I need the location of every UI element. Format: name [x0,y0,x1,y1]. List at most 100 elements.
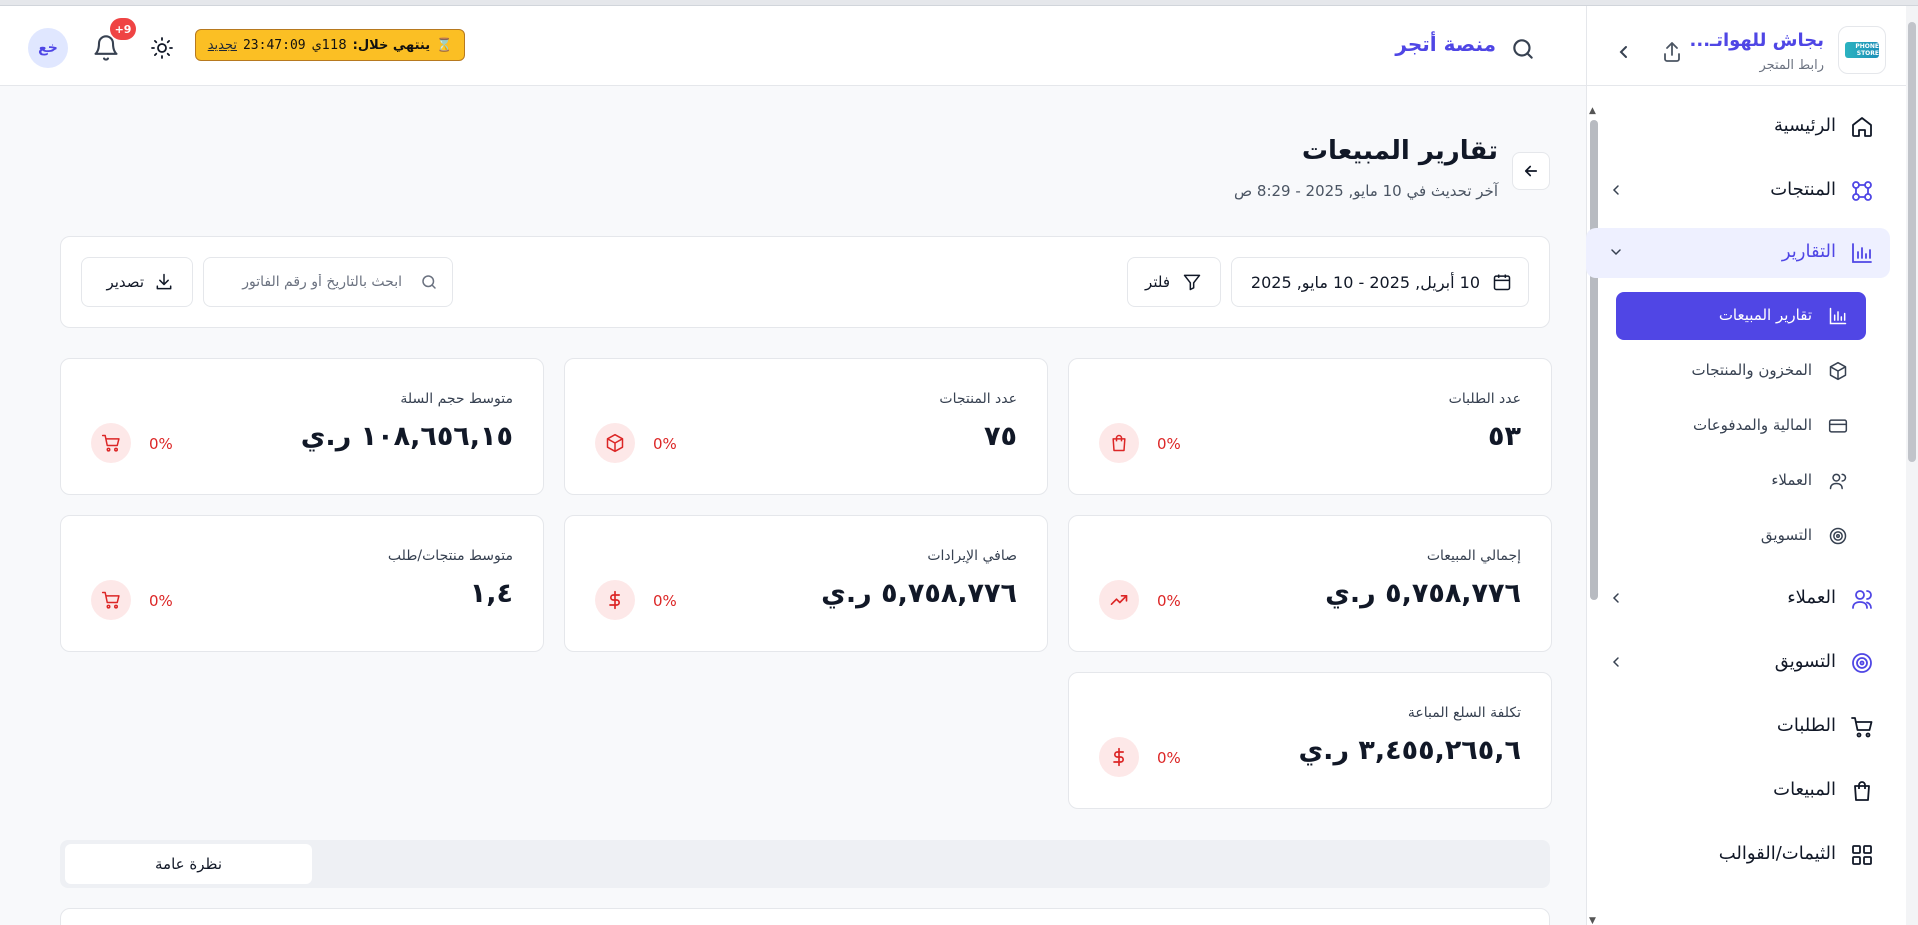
download-icon [154,272,174,292]
filter-icon [1182,272,1202,292]
stat-change: 0% [653,592,677,610]
hourglass-icon: ⌛ [436,37,453,53]
users-icon [1850,587,1874,611]
target-icon [1828,526,1848,546]
stat-title: عدد المنتجات [939,391,1017,407]
grid-icon [1850,843,1874,867]
search-icon[interactable] [1510,36,1536,62]
stat-title: تكلفة السلع المباعة [1407,705,1521,721]
sidebar-item-sales[interactable]: المبيعات [1586,766,1890,816]
renew-link[interactable]: تجديد [208,38,237,53]
export-label: تصدير [106,273,144,291]
dollar-icon [595,580,635,620]
sidebar-sub-label: المخزون والمنتجات [1691,361,1812,379]
sidebar-item-products[interactable]: المنتجات [1586,166,1890,216]
stat-title: صافي الإيرادات [927,548,1017,564]
stat-title: متوسط حجم السلة [400,391,513,407]
invoice-search-input[interactable] [216,268,402,296]
brand-logo-text[interactable]: منصة أتجر [1395,32,1496,56]
report-tabs: نظرة عامة [60,840,1550,888]
stat-card-avg-items-per-order: متوسط منتجات/طلب ١,٤ 0% [60,515,544,652]
stat-change: 0% [1157,749,1181,767]
stat-card-products-count: عدد المنتجات ٧٥ 0% [564,358,1048,495]
date-range-label: 10 أبريل, 2025 - 10 مايو, 2025 [1250,273,1480,292]
trial-prefix: ينتهي خلال: [352,37,431,53]
date-range-picker[interactable]: 10 أبريل, 2025 - 10 مايو, 2025 [1231,257,1529,307]
filter-label: فلتر [1145,273,1170,291]
sidebar-item-marketing[interactable]: التسويق [1586,638,1890,688]
user-icon [1828,471,1848,491]
sidebar-sub-marketing[interactable]: التسويق [1616,512,1866,560]
filter-button[interactable]: فلتر [1127,257,1221,307]
sidebar-item-label: المنتجات [1770,179,1836,200]
cart-icon [1850,715,1874,739]
sidebar-sub-label: المالية والمدفوعات [1693,416,1812,434]
sidebar: ▲ ▼ PHONE STORE بجاش للهواتـ... رابط الم… [1586,6,1906,925]
chevron-left-icon [1608,182,1624,198]
last-updated-text: آخر تحديث في 10 مايو, 2025 - 8:29 ص [1234,182,1498,200]
stat-title: متوسط منتجات/طلب [387,548,513,564]
window-scrollbar[interactable] [1906,6,1918,925]
export-button[interactable]: تصدير [81,257,193,307]
sidebar-item-label: الرئيسية [1774,115,1836,136]
invoice-search-box[interactable] [203,257,453,307]
user-avatar[interactable]: خع [28,28,68,68]
collapse-sidebar-chevron-icon[interactable] [1612,40,1636,64]
sidebar-item-label: التسويق [1774,651,1836,672]
theme-toggle-sun-icon[interactable] [150,36,174,60]
calendar-icon [1492,272,1512,292]
sidebar-item-orders[interactable]: الطلبات [1586,702,1890,752]
stat-card-total-sales: إجمالي المبيعات ٥,٧٥٨,٧٧٦ ر.ي 0% [1068,515,1552,652]
sidebar-item-reports[interactable]: التقارير [1586,228,1890,278]
share-icon[interactable] [1660,40,1684,64]
back-button[interactable] [1512,152,1550,190]
sidebar-item-label: الطلبات [1776,715,1836,736]
store-link[interactable]: رابط المتجر [1759,58,1824,73]
window-scroll-thumb[interactable] [1908,22,1916,462]
products-icon [1850,179,1874,203]
sidebar-sub-customers[interactable]: العملاء [1616,457,1866,505]
trial-days: 118ي [311,37,347,53]
scroll-down-icon[interactable]: ▼ [1589,916,1596,925]
sidebar-sub-label: تقارير المبيعات [1718,306,1812,324]
chart-icon [1850,241,1874,265]
overview-panel [60,908,1550,925]
chevron-left-icon [1608,654,1624,670]
sidebar-item-label: المبيعات [1773,779,1836,800]
stat-change: 0% [149,435,173,453]
stat-value: ٥,٧٥٨,٧٧٦ ر.ي [1325,578,1521,609]
stat-change: 0% [653,435,677,453]
stat-change: 0% [1157,435,1181,453]
box-icon [595,423,635,463]
trial-countdown-banner[interactable]: ⌛ ينتهي خلال: 118ي 23:47:09 تجديد [195,29,465,61]
filter-bar: 10 أبريل, 2025 - 10 مايو, 2025 فلتر تصدي… [60,236,1550,328]
bag-icon [1099,423,1139,463]
trend-up-icon [1099,580,1139,620]
card-icon [1828,416,1848,436]
sidebar-item-themes[interactable]: الثيمات/القوالب [1586,830,1890,880]
stat-change: 0% [149,592,173,610]
trial-time: 23:47:09 [242,37,306,53]
stat-card-net-revenue: صافي الإيرادات ٥,٧٥٨,٧٧٦ ر.ي 0% [564,515,1048,652]
stat-value: ٧٥ [984,421,1017,452]
sidebar-item-label: العملاء [1787,587,1836,608]
sidebar-sub-inventory[interactable]: المخزون والمنتجات [1616,347,1866,395]
cart-icon [91,423,131,463]
cart-icon [91,580,131,620]
target-icon [1850,651,1874,675]
store-header: PHONE STORE بجاش للهواتـ... رابط المتجر [1586,6,1906,86]
sidebar-sub-finance[interactable]: المالية والمدفوعات [1616,402,1866,450]
sidebar-sub-sales-reports[interactable]: تقارير المبيعات [1616,292,1866,340]
sidebar-sub-label: العملاء [1771,471,1812,489]
top-header: خع +9 ⌛ ينتهي خلال: 118ي 23:47:09 تجديد … [0,6,1586,86]
sidebar-item-home[interactable]: الرئيسية [1586,102,1890,152]
stat-value: ١٠٨,٦٥٦,١٥ ر.ي [300,421,513,452]
bag-icon [1850,779,1874,803]
stat-card-avg-basket: متوسط حجم السلة ١٠٨,٦٥٦,١٥ ر.ي 0% [60,358,544,495]
stat-value: ٥٣ [1488,421,1521,452]
tab-overview[interactable]: نظرة عامة [65,844,312,884]
stat-value: ٥,٧٥٨,٧٧٦ ر.ي [821,578,1017,609]
arrow-left-icon [1522,162,1540,180]
sidebar-item-customers[interactable]: العملاء [1586,574,1890,624]
chart-icon [1828,306,1848,326]
